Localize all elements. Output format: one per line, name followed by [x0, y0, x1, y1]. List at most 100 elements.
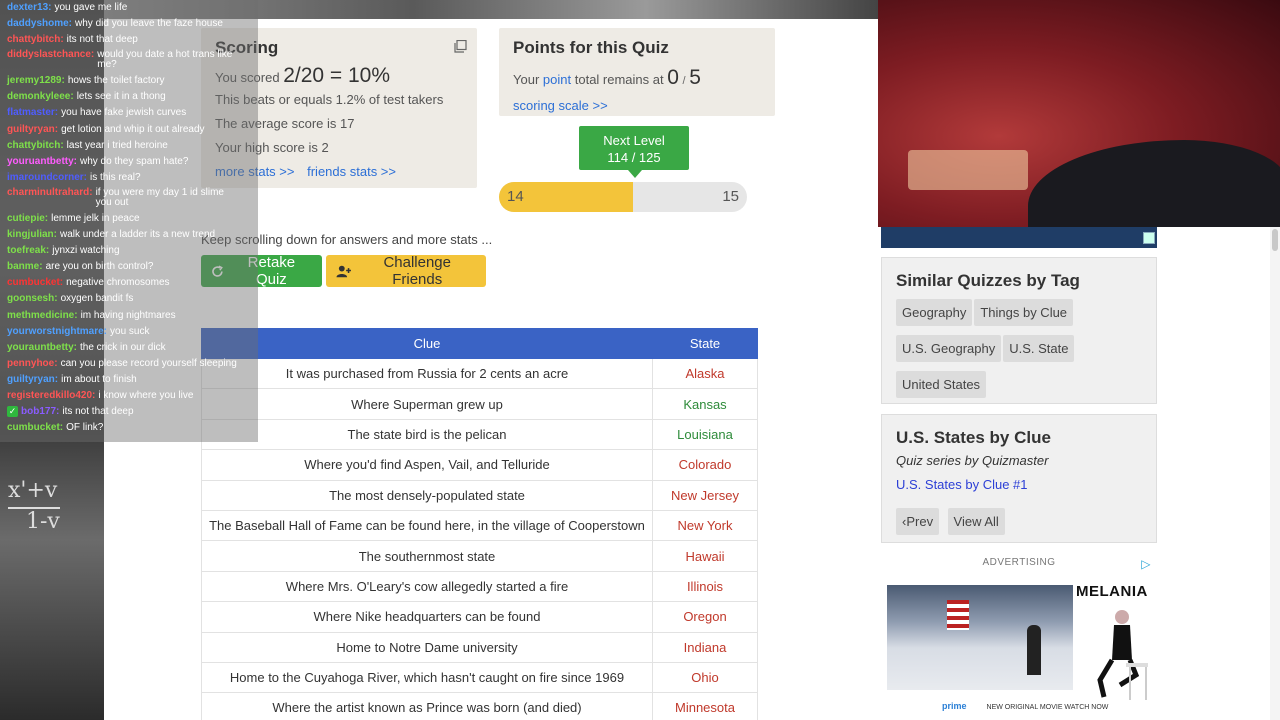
- chat-message: chattybitch: last year i tried heroine: [0, 138, 258, 154]
- webcam-overlay: [878, 0, 1280, 227]
- clue-cell: The most densely-populated state: [201, 479, 653, 511]
- scoring-scale-link[interactable]: scoring scale >>: [513, 98, 761, 113]
- chat-username: kingjulian:: [7, 229, 57, 241]
- chat-text: the crick in our dick: [80, 341, 166, 353]
- tag-button[interactable]: United States: [896, 371, 987, 398]
- chat-username: methmedicine:: [7, 309, 78, 321]
- chat-username: yourworstnightmare:: [7, 325, 108, 337]
- chat-username: registeredkillo420:: [7, 389, 96, 401]
- chat-message: chattybitch: its not that deep: [0, 32, 258, 48]
- chat-username: demonkyleee:: [7, 91, 74, 103]
- chat-text: get lotion and whip it out already: [61, 123, 205, 135]
- clue-cell: Where the artist known as Prince was bor…: [201, 692, 653, 720]
- series-link[interactable]: U.S. States by Clue #1: [896, 477, 1028, 492]
- point-link[interactable]: point: [543, 72, 571, 87]
- state-cell: New Jersey: [652, 479, 758, 511]
- clue-cell: The southernmost state: [201, 540, 653, 572]
- tag-button[interactable]: U.S. Geography: [896, 335, 1002, 362]
- table-row: The state bird is the pelican Louisiana: [201, 418, 758, 451]
- chat-username: chattybitch:: [7, 139, 64, 151]
- state-cell: Oregon: [652, 601, 758, 633]
- chat-text: lemme jelk in peace: [51, 212, 140, 224]
- chat-message: cumbucket: OF link?: [0, 420, 258, 436]
- ad-video[interactable]: [887, 585, 1073, 690]
- chat-username: guiltyryan:: [7, 123, 59, 135]
- points-title: Points for this Quiz: [513, 38, 669, 57]
- ad-figure-image: [1097, 610, 1148, 700]
- clue-cell: It was purchased from Russia for 2 cents…: [201, 357, 653, 390]
- challenge-friends-button[interactable]: Challenge Friends: [326, 254, 486, 288]
- chat-message: guiltyryan: get lotion and whip it out al…: [0, 122, 258, 138]
- chat-message: banme: are you on birth control?: [0, 259, 258, 275]
- chat-text: hows the toilet factory: [67, 75, 165, 87]
- next-level-number: 15: [722, 188, 739, 205]
- table-row: Where you'd find Aspen, Vail, and Tellur…: [201, 449, 758, 481]
- ad-prime-logo[interactable]: prime NEW ORIGINAL MOVIE WATCH NOW: [942, 701, 1108, 711]
- chat-username: imaroundcorner:: [7, 171, 88, 183]
- chat-text: OF link?: [66, 422, 104, 434]
- tag-button[interactable]: Things by Clue: [974, 299, 1074, 326]
- chat-text: walk under a ladder its a new trend: [60, 229, 216, 241]
- state-cell: Hawaii: [652, 540, 758, 572]
- ad-choices-icon[interactable]: ▷: [1141, 557, 1151, 571]
- copy-icon[interactable]: [454, 40, 467, 53]
- clue-cell: Where you'd find Aspen, Vail, and Tellur…: [201, 449, 653, 481]
- level-progress-text: 114 / 125: [607, 150, 661, 165]
- ad-choices-icon[interactable]: [1143, 232, 1155, 244]
- points-max: 5: [689, 66, 701, 89]
- points-line: Your point total remains at 0 / 5: [513, 66, 701, 89]
- table-row: The most densely-populated state New Jers…: [201, 479, 758, 511]
- tag-button[interactable]: Geography: [896, 299, 973, 326]
- chat-text: lets see it in a thong: [76, 91, 166, 103]
- chat-message: charminultrahard: if you were my day 1 id…: [0, 186, 258, 211]
- chalkboard-formula: x'+v 1-v: [8, 478, 60, 534]
- chat-text: im having nightmares: [80, 309, 176, 321]
- state-cell: Alaska: [652, 357, 758, 390]
- top-ad-banner[interactable]: [881, 227, 1157, 248]
- table-row: The Baseball Hall of Fame can be found h…: [201, 509, 758, 542]
- answers-table: Clue State It was purchased from Russia …: [201, 328, 758, 720]
- state-cell: Indiana: [652, 631, 758, 663]
- table-row: It was purchased from Russia for 2 cents…: [201, 357, 758, 390]
- state-cell: Kansas: [652, 388, 758, 420]
- quiz-series-panel: U.S. States by Clue Quiz series by Quizm…: [881, 414, 1157, 543]
- state-cell: Louisiana: [652, 418, 758, 451]
- state-cell: Colorado: [652, 449, 758, 481]
- chat-message: kingjulian: walk under a ladder its a new…: [0, 227, 258, 243]
- chat-text: you gave me life: [54, 2, 128, 13]
- friends-stats-link[interactable]: friends stats >>: [307, 164, 396, 179]
- chat-text: oxygen bandit fs: [60, 293, 134, 305]
- prev-button[interactable]: ‹Prev: [896, 508, 940, 535]
- similar-quizzes-title: Similar Quizzes by Tag: [896, 271, 1080, 290]
- table-row: The southernmost state Hawaii: [201, 540, 758, 572]
- chat-message: yourauntbetty: the crick in our dick: [0, 340, 258, 356]
- page-scrollbar[interactable]: [1270, 227, 1280, 720]
- view-all-button[interactable]: View All: [947, 508, 1005, 535]
- state-cell: Ohio: [652, 661, 758, 694]
- level-progress-bar: 14 15: [499, 182, 747, 212]
- chat-message: youruantbetty: why do they spam hate?: [0, 154, 258, 170]
- state-cell: Illinois: [652, 570, 758, 603]
- table-row: Where Mrs. O'Leary's cow allegedly start…: [201, 570, 758, 603]
- chat-text: why did you leave the faze house: [75, 18, 223, 30]
- chat-message: ✓ bob177: its not that deep: [0, 404, 258, 420]
- chat-message: yourworstnightmare: you suck: [0, 324, 258, 340]
- chat-text: is this real?: [90, 171, 141, 183]
- chat-text: jynxzi watching: [52, 245, 120, 257]
- chat-text: its not that deep: [66, 34, 138, 46]
- chat-text: can you please record yourself sleeping: [60, 357, 237, 369]
- advertising-label: ADVERTISING ▷: [982, 557, 1151, 571]
- table-row: Where the artist known as Prince was bor…: [201, 692, 758, 720]
- chat-message: dexter13: you gave me life: [0, 0, 258, 16]
- points-value: 0: [667, 66, 679, 89]
- tag-button[interactable]: U.S. State: [1003, 335, 1075, 362]
- state-cell: New York: [652, 509, 758, 542]
- clue-column-header: Clue: [201, 328, 653, 359]
- add-user-icon: [336, 265, 351, 277]
- ad-brand-title[interactable]: MELANIA: [1076, 583, 1148, 600]
- scrollbar-thumb[interactable]: [1272, 229, 1278, 251]
- state-column-header: State: [652, 328, 758, 359]
- similar-quizzes-panel: Similar Quizzes by Tag Geography Things b…: [881, 257, 1157, 404]
- chat-username: chattybitch:: [7, 34, 64, 46]
- chat-username: cumbucket:: [7, 422, 64, 434]
